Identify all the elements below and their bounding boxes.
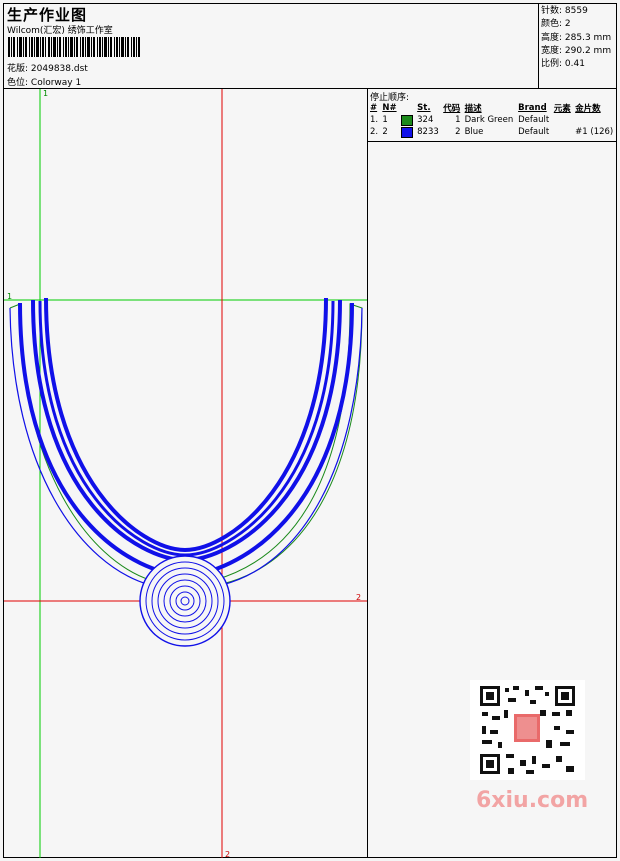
watermark-logo: 6xiu.com	[476, 788, 589, 813]
medallion	[139, 555, 231, 647]
guide-label-v2: 2	[225, 850, 230, 859]
guide-label-v1: 1	[43, 89, 48, 98]
collar-bands	[18, 297, 354, 578]
qr-code-icon	[470, 680, 585, 780]
guide-label-h2: 2	[356, 593, 361, 602]
guide-label-h1: 1	[7, 292, 12, 301]
collar-edge-left	[9, 307, 151, 586]
